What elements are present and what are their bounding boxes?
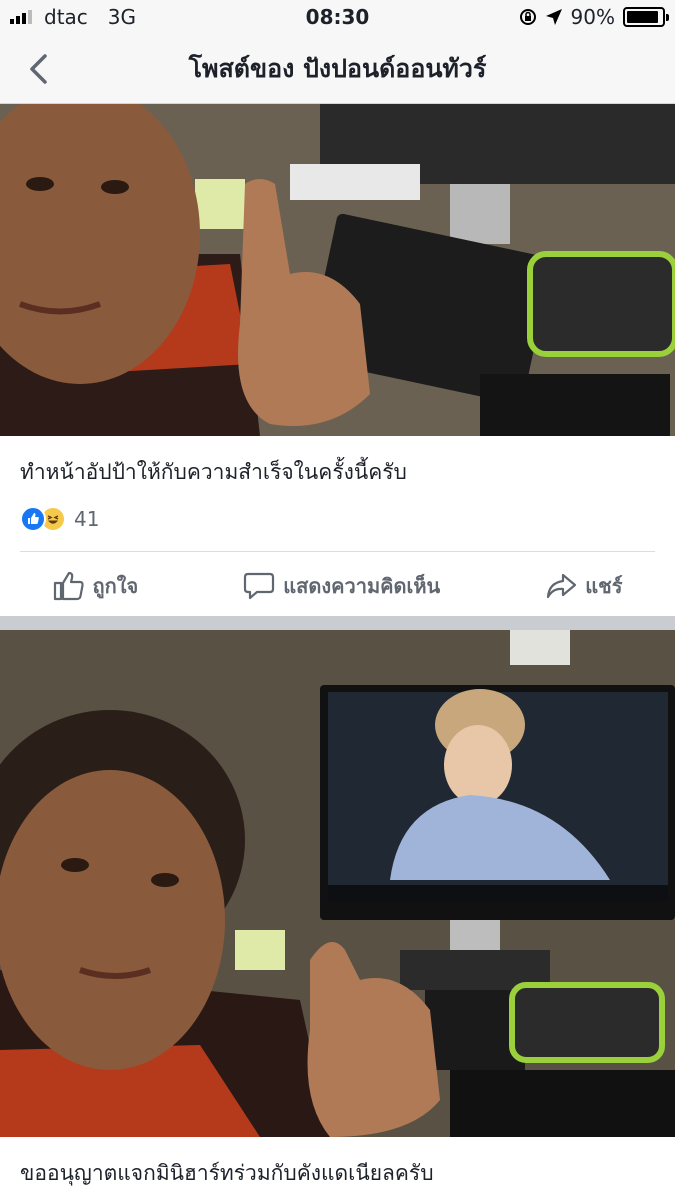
battery-level-fill (627, 11, 658, 23)
status-left: dtac 3G (10, 5, 136, 29)
comment-button-label: แสดงความคิดเห็น (283, 574, 441, 598)
comment-button[interactable]: แสดงความคิดเห็น (243, 570, 440, 602)
nav-bar: โพสต์ของ ปังปอนด์ออนทัวร์ (0, 34, 675, 104)
post-actions: ถูกใจ แสดงความคิดเห็น แชร์ (0, 566, 675, 606)
rotation-lock-icon (519, 9, 536, 25)
post-photo[interactable] (0, 104, 675, 436)
battery-icon (623, 7, 669, 27)
photo-selfie-thumbs-up (0, 104, 675, 436)
page-title: โพสต์ของ ปังปอนด์ออนทัวร์ (188, 53, 487, 83)
carrier-label: dtac (44, 5, 88, 29)
back-button[interactable] (8, 39, 68, 99)
share-button[interactable]: แชร์ (545, 570, 622, 602)
chevron-left-icon (30, 53, 47, 84)
thumbs-up-icon (53, 571, 84, 601)
reactions-summary[interactable]: 41 (20, 506, 99, 532)
status-bar: dtac 3G 08:30 90% (0, 0, 675, 34)
post-photo[interactable] (0, 630, 675, 1137)
share-arrow-icon (547, 573, 577, 599)
share-button-label: แชร์ (585, 574, 623, 598)
post-caption: ทำหน้าอัปป้าให้กับความสำเร็จในครั้งนี้คร… (20, 460, 407, 484)
post-separator (0, 616, 675, 630)
post-caption: ขออนุญาตแจกมินิฮาร์ทร่วมกับคังแดเนียลครั… (20, 1161, 434, 1185)
like-button[interactable]: ถูกใจ (53, 570, 139, 602)
divider (20, 551, 655, 552)
battery-percent-label: 90% (570, 5, 615, 29)
photo-selfie-mini-heart (0, 630, 675, 1137)
comment-bubble-icon (244, 572, 275, 600)
like-button-label: ถูกใจ (92, 574, 139, 598)
reaction-count: 41 (74, 507, 100, 531)
location-arrow-icon (545, 9, 562, 25)
like-icon (20, 506, 46, 532)
post-card: ทำหน้าอัปป้าให้กับความสำเร็จในครั้งนี้คร… (0, 436, 675, 616)
status-right: 90% (519, 5, 669, 29)
signal-strength-icon (10, 10, 32, 24)
post-card: ขออนุญาตแจกมินิฮาร์ทร่วมกับคังแดเนียลครั… (0, 1137, 675, 1200)
network-type-label: 3G (107, 5, 137, 29)
